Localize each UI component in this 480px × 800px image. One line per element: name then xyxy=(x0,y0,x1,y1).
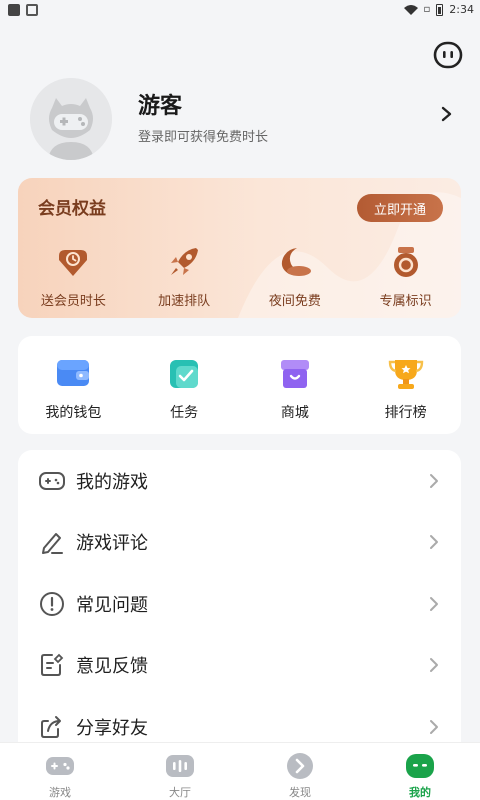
vip-benefits-card: 会员权益 立即开通 送会员时长 加速排队 夜间免费 专属标识 xyxy=(18,178,461,318)
profile-subtitle[interactable]: 登录即可获得免费时长 xyxy=(138,126,268,145)
status-bar: ▫ 2:34 xyxy=(0,0,480,22)
shop-icon xyxy=(280,360,309,388)
menu-label: 游戏评论 xyxy=(76,533,148,555)
vip-item-label: 加速排队 xyxy=(158,294,211,309)
bottom-nav: 游戏 大厅 发现 我的 xyxy=(0,742,480,800)
menu-item-faq[interactable]: 常见问题 xyxy=(18,573,461,635)
profile-name[interactable]: 游客 xyxy=(138,88,182,120)
chevron-right-icon xyxy=(430,473,438,488)
rocket-icon xyxy=(171,248,199,275)
nav-tab-lobby[interactable]: 大厅 xyxy=(120,743,240,800)
share-icon xyxy=(41,715,61,738)
tool-label: 排行榜 xyxy=(384,405,427,421)
tool-label: 商城 xyxy=(280,405,309,421)
menu-label: 我的游戏 xyxy=(76,471,148,493)
clock-tag-icon xyxy=(59,250,88,276)
badge-icon xyxy=(393,247,418,277)
pen-icon xyxy=(42,533,63,555)
chevron-right-icon xyxy=(430,658,438,673)
battery-icon xyxy=(436,3,444,16)
sim-icon: ▫ xyxy=(423,4,431,15)
gamepad-icon xyxy=(39,471,65,490)
chevron-right-icon[interactable] xyxy=(440,106,454,122)
trophy-icon xyxy=(388,360,423,389)
image-notification-icon xyxy=(26,4,38,16)
wifi-icon xyxy=(403,4,418,15)
menu-label: 常见问题 xyxy=(76,594,148,616)
vip-item-label: 夜间免费 xyxy=(268,294,321,309)
tool-label: 任务 xyxy=(170,405,199,421)
menu-item-feedback[interactable]: 意见反馈 xyxy=(18,635,461,697)
avatar[interactable] xyxy=(30,78,112,160)
vip-title: 会员权益 xyxy=(38,199,106,219)
nav-label: 大厅 xyxy=(169,786,191,799)
nav-tab-games[interactable]: 游戏 xyxy=(0,743,120,800)
moon-icon xyxy=(281,248,311,276)
notification-icons xyxy=(8,4,38,16)
lobby-icon xyxy=(166,755,194,777)
nav-tab-discover[interactable]: 发现 xyxy=(240,743,360,800)
menu-label: 意见反馈 xyxy=(76,656,148,678)
gamepad-icon xyxy=(46,757,74,775)
message-icon[interactable] xyxy=(432,40,464,72)
status-time: 2:34 xyxy=(449,3,474,16)
nav-label: 我的 xyxy=(409,786,431,799)
vip-item-member-time[interactable]: 送会员时长 xyxy=(18,244,129,309)
tools-card: 我的钱包 任务 商城 排行榜 xyxy=(18,336,461,434)
menu-list: 我的游戏 游戏评论 常见问题 意见反馈 分享好友 xyxy=(18,450,461,750)
menu-label: 分享好友 xyxy=(76,717,148,739)
system-status: ▫ 2:34 xyxy=(403,3,474,16)
tool-shop[interactable]: 商城 xyxy=(240,336,351,434)
chevron-right-icon xyxy=(430,596,438,611)
chevron-right-icon xyxy=(430,535,438,550)
app-notification-icon xyxy=(8,4,20,16)
vip-item-night-free[interactable]: 夜间免费 xyxy=(240,244,351,309)
nav-tab-mine[interactable]: 我的 xyxy=(360,743,480,800)
vip-item-label: 送会员时长 xyxy=(40,294,106,309)
vip-item-speed-queue[interactable]: 加速排队 xyxy=(129,244,240,309)
vip-item-label: 专属标识 xyxy=(379,294,432,309)
chevron-right-icon xyxy=(430,719,438,734)
feedback-icon xyxy=(41,653,64,677)
menu-item-my-games[interactable]: 我的游戏 xyxy=(18,450,461,512)
tool-wallet[interactable]: 我的钱包 xyxy=(18,336,129,434)
vip-item-exclusive-badge[interactable]: 专属标识 xyxy=(350,244,461,309)
tool-task[interactable]: 任务 xyxy=(129,336,240,434)
vip-open-button[interactable]: 立即开通 xyxy=(357,194,443,222)
tool-leaderboard[interactable]: 排行榜 xyxy=(350,336,461,434)
profile-face-icon xyxy=(406,754,434,778)
menu-item-game-reviews[interactable]: 游戏评论 xyxy=(18,512,461,574)
tool-label: 我的钱包 xyxy=(45,405,102,421)
task-icon xyxy=(170,360,199,388)
discover-icon xyxy=(287,753,313,779)
wallet-icon xyxy=(57,360,90,386)
exclamation-icon xyxy=(40,591,64,616)
nav-label: 游戏 xyxy=(49,786,71,799)
nav-label: 发现 xyxy=(289,786,311,799)
